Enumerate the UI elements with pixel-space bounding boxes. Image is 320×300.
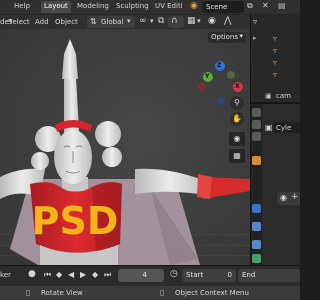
prev-keyframe-icon[interactable]: ◆ — [56, 270, 62, 279]
falloff-icon[interactable]: ⋀ — [224, 16, 231, 26]
camera-view-icon[interactable]: ◉ — [229, 132, 245, 146]
snap-icon[interactable]: ⧉ — [158, 16, 164, 26]
mouse-middle-icon: ▯ — [26, 288, 31, 297]
camera-icon: ▣ — [265, 92, 272, 100]
outliner-row[interactable]: ▣ cam — [251, 92, 300, 102]
end-frame-field[interactable]: End — [238, 269, 300, 282]
current-frame-field[interactable]: 4 — [118, 269, 164, 282]
shirt-text: PSD — [32, 199, 119, 243]
snap-toggle[interactable]: ∩ — [168, 16, 184, 28]
status-context-menu: Object Context Menu — [175, 289, 249, 297]
output-icon[interactable] — [252, 132, 261, 141]
physics-icon[interactable] — [252, 222, 261, 231]
orientation-dropdown[interactable]: ⇅ Global ▾ — [87, 16, 135, 28]
gizmo-neg-y-axis[interactable] — [227, 71, 235, 79]
timeline-header: ker ● ⏮ ◆ ◀ ▶ ◆ ⏭ 4 ◷ Start 0 End — [0, 265, 300, 286]
play-icon[interactable]: ▶ — [80, 270, 86, 279]
tab-modeling[interactable]: Modeling — [77, 2, 109, 10]
gizmo-neg-z-axis[interactable] — [217, 97, 225, 105]
right-ear-inner — [102, 147, 122, 167]
proportional-edit-icon[interactable]: ◉ — [208, 16, 216, 26]
3d-viewport[interactable]: PSD Options ▾ Z Y X ⚲ ✋ ◉ ▦ — [0, 29, 250, 265]
chevron-down-icon: ▾ — [239, 32, 243, 40]
right-arm — [135, 168, 205, 195]
snap-target-icon[interactable]: ▦ — [187, 16, 196, 26]
mouse-right-icon: ▯ — [160, 288, 165, 297]
status-rotate-view: Rotate View — [41, 289, 83, 297]
clock-icon[interactable]: ◷ — [170, 269, 178, 279]
status-bar: ▯ Rotate View ▯ Object Context Menu — [0, 286, 300, 300]
menu-object[interactable]: Object — [55, 18, 78, 26]
next-keyframe-icon[interactable]: ◆ — [92, 270, 98, 279]
record-icon[interactable]: ● — [28, 269, 36, 279]
add-modifier-row[interactable]: ◉ + — [277, 192, 300, 205]
chevron-down-icon[interactable]: ▾ — [150, 17, 154, 25]
object-properties-icon[interactable] — [252, 156, 261, 165]
glove-cuff — [197, 174, 212, 199]
outliner-panel: ▿ ▸ ▿ ▿ ▿ ▿ ▣ cam — [250, 14, 300, 102]
data-icon[interactable] — [252, 254, 261, 263]
view-layer-icon[interactable]: ▤ — [278, 1, 286, 10]
magnet-icon: ∩ — [171, 16, 178, 26]
play-reverse-icon[interactable]: ◀ — [68, 270, 74, 279]
raised-hand — [62, 39, 78, 79]
tab-sculpting[interactable]: Sculpting — [116, 2, 149, 10]
pan-hand-icon[interactable]: ✋ — [230, 112, 244, 126]
properties-panel: ▣ Cyle ◉ + — [250, 102, 300, 265]
gizmo-neg-x-axis[interactable] — [198, 83, 206, 91]
jump-end-icon[interactable]: ⏭ — [104, 270, 111, 280]
copy-scene-icon[interactable]: ⧉ — [247, 1, 253, 11]
collection-icon: ▸ — [253, 34, 257, 42]
gizmo-z-axis[interactable]: Z — [215, 61, 225, 71]
properties-tabs — [251, 104, 262, 265]
delete-scene-icon[interactable]: ✕ — [262, 1, 269, 10]
filter-icon[interactable]: ▿ — [253, 17, 257, 26]
scene-selector[interactable]: Scene — [202, 1, 244, 13]
top-menu-bar: Help Layout Modeling Sculpting UV Editi … — [0, 0, 300, 14]
pivot-icon[interactable]: ∞ — [139, 16, 147, 26]
object-icon: ▿ — [273, 34, 278, 43]
chevron-down-icon: ▾ — [127, 17, 131, 25]
menu-select[interactable]: Select — [8, 18, 30, 26]
right-ear — [95, 121, 121, 147]
grid-view-icon[interactable]: ▦ — [229, 149, 245, 163]
jump-start-icon[interactable]: ⏮ — [44, 270, 51, 280]
zoom-icon[interactable]: ⚲ — [230, 96, 244, 110]
object-icon: ▿ — [273, 70, 278, 79]
dropdown-icon: ◉ — [280, 193, 287, 202]
viewport-header: de ▾ Select Add Object ⇅ Global ▾ ∞ ▾ ⧉ … — [0, 14, 250, 29]
scene-icon[interactable]: ◉ — [190, 1, 198, 11]
modifier-icon[interactable] — [252, 204, 261, 213]
render-icon[interactable] — [252, 120, 261, 129]
constraints-icon[interactable] — [252, 240, 261, 249]
left-ear-inner — [31, 152, 49, 170]
object-type-icon: ▣ — [265, 123, 273, 132]
chevron-down-icon[interactable]: ▾ — [197, 17, 201, 25]
gizmo-x-axis[interactable]: X — [233, 82, 243, 92]
tab-uv-editing[interactable]: UV Editi — [155, 2, 183, 10]
keying-menu[interactable]: ker — [0, 271, 11, 279]
menu-help[interactable]: Help — [14, 2, 30, 10]
menu-add[interactable]: Add — [35, 18, 49, 26]
gizmo-y-axis[interactable]: Y — [203, 72, 213, 82]
object-icon: ▿ — [273, 46, 278, 55]
object-icon: ▿ — [273, 58, 278, 67]
tab-layout[interactable]: Layout — [41, 1, 71, 13]
orientation-icon: ⇅ — [90, 17, 97, 26]
options-button[interactable]: Options ▾ — [208, 32, 246, 43]
start-frame-field[interactable]: Start 0 — [182, 269, 236, 282]
plus-icon: + — [291, 192, 299, 202]
object-name-field[interactable]: Cyle — [273, 122, 300, 133]
tool-icon[interactable] — [252, 108, 261, 117]
